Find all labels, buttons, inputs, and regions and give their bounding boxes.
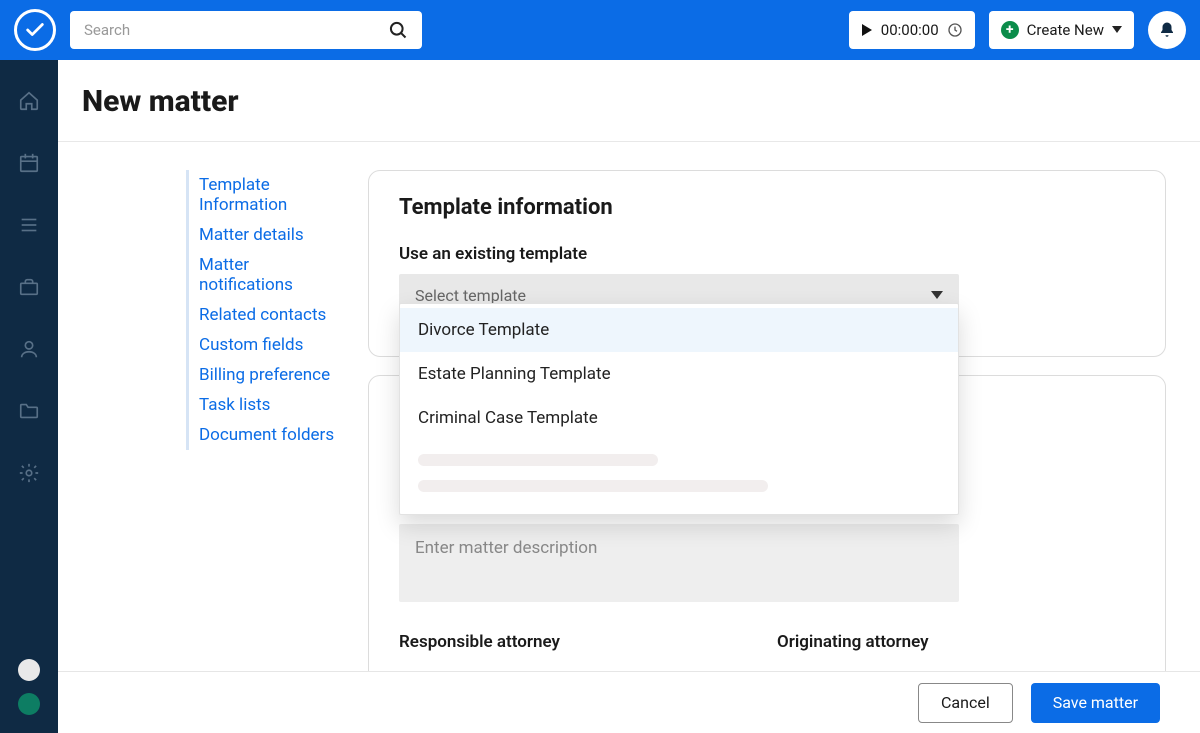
- section-nav-item[interactable]: Document folders: [189, 420, 338, 450]
- section-nav-item[interactable]: Task lists: [189, 390, 338, 420]
- nav-home-icon[interactable]: [18, 90, 40, 112]
- description-placeholder: Enter matter description: [415, 538, 597, 558]
- save-matter-button[interactable]: Save matter: [1031, 683, 1160, 723]
- create-new-button[interactable]: + Create New: [989, 11, 1134, 49]
- search-field[interactable]: [70, 11, 422, 49]
- plus-icon: +: [1001, 21, 1019, 39]
- nav-person-icon[interactable]: [18, 338, 40, 360]
- clock-icon: [947, 22, 963, 38]
- template-field-label: Use an existing template: [399, 244, 1135, 264]
- nav-tasks-icon[interactable]: [18, 214, 40, 236]
- play-icon[interactable]: [861, 24, 873, 36]
- section-nav-item[interactable]: Template Information: [189, 170, 338, 220]
- top-bar: 00:00:00 + Create New: [0, 0, 1200, 60]
- timer-value: 00:00:00: [881, 21, 939, 39]
- main-content: New matter Template Information Matter d…: [58, 60, 1200, 733]
- form-footer: Cancel Save matter: [58, 671, 1200, 733]
- section-nav-item[interactable]: Matter notifications: [189, 250, 338, 300]
- status-dot-green[interactable]: [18, 693, 40, 715]
- section-nav-item[interactable]: Billing preference: [189, 360, 338, 390]
- notifications-button[interactable]: [1148, 11, 1186, 49]
- template-dropdown: Divorce Template Estate Planning Templat…: [399, 303, 959, 515]
- search-input[interactable]: [84, 21, 388, 39]
- template-info-card: Template information Use an existing tem…: [368, 170, 1166, 357]
- search-icon[interactable]: [388, 20, 408, 40]
- cancel-button[interactable]: Cancel: [918, 683, 1013, 723]
- responsible-attorney-label: Responsible attorney: [399, 632, 757, 652]
- nav-folder-icon[interactable]: [18, 400, 40, 422]
- dropdown-option[interactable]: Divorce Template: [400, 308, 958, 352]
- app-logo[interactable]: [14, 9, 56, 51]
- card-title: Template information: [399, 195, 1135, 220]
- nav-calendar-icon[interactable]: [18, 152, 40, 174]
- originating-attorney-label: Originating attorney: [777, 632, 1135, 652]
- dropdown-option[interactable]: Criminal Case Template: [400, 396, 958, 440]
- matter-description-input[interactable]: Enter matter description: [399, 524, 959, 602]
- nav-settings-icon[interactable]: [18, 462, 40, 484]
- caret-down-icon: [931, 291, 943, 300]
- page-header: New matter: [58, 60, 1200, 142]
- timer-widget[interactable]: 00:00:00: [849, 11, 975, 49]
- dropdown-option[interactable]: Estate Planning Template: [400, 352, 958, 396]
- page-title: New matter: [82, 84, 1200, 119]
- template-select-placeholder: Select template: [415, 286, 526, 305]
- dropdown-loading-skeleton: [418, 480, 768, 492]
- caret-down-icon: [1112, 26, 1122, 34]
- form-area: Template information Use an existing tem…: [338, 170, 1200, 733]
- section-nav-item[interactable]: Matter details: [189, 220, 338, 250]
- dropdown-loading-skeleton: [418, 454, 658, 466]
- section-nav-item[interactable]: Related contacts: [189, 300, 338, 330]
- section-nav-item[interactable]: Custom fields: [189, 330, 338, 360]
- nav-briefcase-icon[interactable]: [18, 276, 40, 298]
- left-rail: [0, 60, 58, 733]
- status-dot-grey[interactable]: [18, 659, 40, 681]
- create-new-label: Create New: [1027, 21, 1104, 39]
- section-nav: Template Information Matter details Matt…: [58, 170, 338, 733]
